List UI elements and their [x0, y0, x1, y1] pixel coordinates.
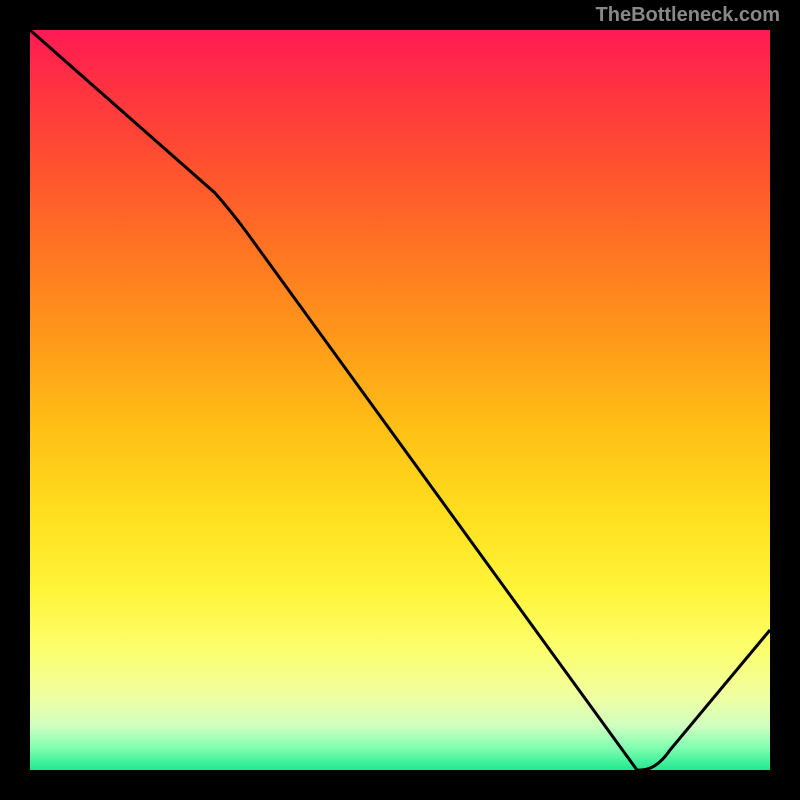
- watermark-text: TheBottleneck.com: [596, 4, 780, 27]
- bottleneck-curve-path: [30, 30, 770, 770]
- chart-line-layer: [30, 30, 770, 770]
